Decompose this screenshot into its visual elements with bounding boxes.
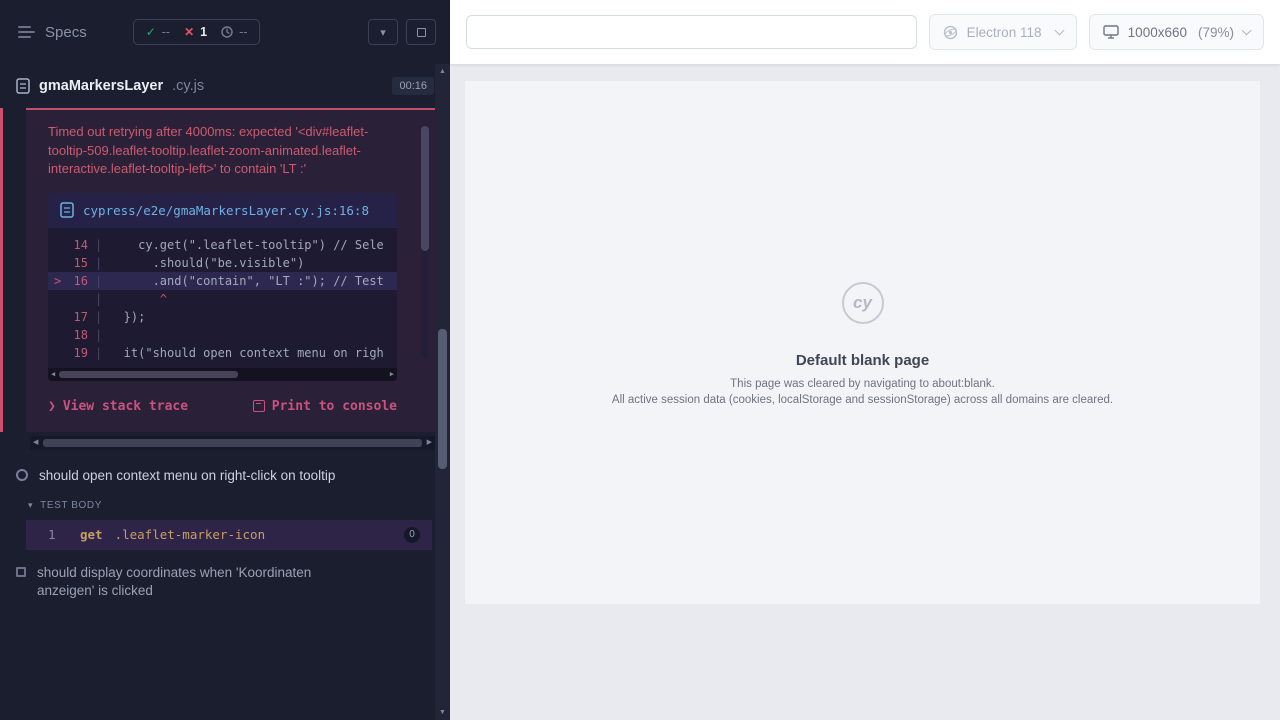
code-line: 15| .should("be.visible")	[48, 254, 397, 272]
scroll-down-icon[interactable]: ▼	[435, 709, 450, 716]
reporter-scrollbar-thumb[interactable]	[43, 439, 421, 447]
current-line-arrow-icon: >	[54, 272, 66, 290]
chevron-down-icon	[1242, 25, 1252, 35]
blank-page: cy Default blank page This page was clea…	[465, 81, 1260, 604]
chevron-down-icon	[1054, 25, 1064, 35]
scroll-left-icon[interactable]: ◀	[51, 371, 55, 378]
error-message: Timed out retrying after 4000ms: expecte…	[26, 110, 435, 183]
error-panel: Timed out retrying after 4000ms: expecte…	[26, 108, 435, 432]
blank-page-title: Default blank page	[796, 352, 929, 369]
code-frame-body: 14| cy.get(".leaflet-tooltip") // Sele 1…	[48, 228, 397, 381]
browser-icon	[943, 25, 958, 40]
command-log-entry[interactable]: 1 get .leaflet-marker-icon 0	[26, 520, 432, 550]
address-bar[interactable]	[466, 15, 917, 49]
stat-failed: ✕ 1	[184, 25, 207, 39]
reporter-panel: Specs ✓ -- ✕ 1 -- ▾	[0, 0, 450, 720]
reporter-header: Specs ✓ -- ✕ 1 -- ▾	[0, 0, 450, 64]
spec-extension: .cy.js	[172, 78, 204, 94]
code-line-caret: | ^	[48, 290, 397, 308]
chevron-down-icon: ▾	[28, 500, 33, 511]
code-line: 19| it("should open context menu on righ	[48, 344, 397, 362]
test-body-section[interactable]: ▾ TEST BODY	[0, 493, 450, 518]
test-running-icon	[16, 469, 28, 481]
viewport-selector[interactable]: 1000x660 (79%)	[1089, 14, 1264, 50]
reporter-horizontal-scrollbar[interactable]: ◀ ▶	[30, 436, 435, 450]
reporter-vscrollbar-thumb[interactable]	[438, 329, 447, 469]
aut-panel: Electron 118 1000x660 (79%) cy Default b…	[450, 0, 1280, 720]
code-frame-header[interactable]: cypress/e2e/gmaMarkersLayer.cy.js:16:8	[48, 193, 397, 228]
test-pending-icon	[16, 567, 26, 577]
chevron-right-icon: ❯	[48, 399, 56, 414]
code-frame-filename: cypress/e2e/gmaMarkersLayer.cy.js:16:8	[83, 202, 369, 219]
cypress-logo: cy	[842, 282, 884, 324]
test-item-pending[interactable]: should display coordinates when 'Koordin…	[0, 550, 450, 610]
spec-duration-badge: 00:16	[392, 77, 434, 95]
aut-viewport: cy Default blank page This page was clea…	[450, 64, 1280, 720]
blank-page-line2: All active session data (cookies, localS…	[612, 394, 1113, 406]
stop-icon	[417, 28, 426, 37]
test-body-label: TEST BODY	[40, 500, 102, 511]
chevron-down-icon: ▾	[380, 26, 386, 39]
test-title: should open context menu on right-click …	[39, 468, 335, 483]
failed-attempt-region: Timed out retrying after 4000ms: expecte…	[0, 108, 435, 432]
code-line: 14| cy.get(".leaflet-tooltip") // Sele	[48, 236, 397, 254]
code-line: 18|	[48, 326, 397, 344]
spec-header[interactable]: gmaMarkersLayer .cy.js 00:16	[0, 64, 450, 108]
command-count-badge: 0	[404, 527, 420, 543]
code-line: 17| });	[48, 308, 397, 326]
fail-accent-stripe	[0, 108, 3, 432]
code-horizontal-scrollbar[interactable]: ◀ ▶	[48, 368, 397, 381]
collapse-runs-button[interactable]: ▾	[368, 19, 398, 45]
command-args: .leaflet-marker-icon	[115, 527, 266, 542]
scroll-up-icon[interactable]: ▲	[435, 68, 450, 75]
print-to-console-button[interactable]: Print to console	[253, 399, 397, 414]
specs-list-icon[interactable]	[18, 25, 35, 39]
scroll-right-icon[interactable]: ▶	[427, 439, 432, 446]
fail-icon: ✕	[184, 25, 194, 39]
print-icon	[253, 400, 265, 412]
test-stats: ✓ -- ✕ 1 --	[133, 19, 261, 45]
code-line-current: >16| .and("contain", "LT :"); // Test	[48, 272, 397, 290]
viewport-size: 1000x660	[1128, 25, 1187, 40]
error-scrollbar-thumb[interactable]	[421, 126, 429, 251]
test-item-active[interactable]: should open context menu on right-click …	[0, 458, 450, 493]
aut-header: Electron 118 1000x660 (79%)	[450, 0, 1280, 64]
blank-page-line1: This page was cleared by navigating to a…	[730, 378, 995, 390]
viewport-zoom: (79%)	[1198, 25, 1234, 40]
reporter-vertical-scrollbar[interactable]: ▲ ▼	[435, 64, 450, 720]
error-vertical-scrollbar[interactable]	[421, 126, 429, 358]
browser-selector[interactable]: Electron 118	[929, 14, 1077, 50]
stat-passed: ✓ --	[146, 25, 170, 39]
browser-label: Electron 118	[967, 25, 1042, 40]
code-scrollbar-thumb[interactable]	[59, 371, 237, 378]
scroll-right-icon[interactable]: ▶	[390, 371, 394, 378]
scroll-left-icon[interactable]: ◀	[33, 439, 38, 446]
spec-name: gmaMarkersLayer	[39, 78, 163, 94]
view-stack-trace-link[interactable]: ❯ View stack trace	[48, 399, 188, 414]
check-icon: ✓	[146, 25, 156, 39]
clock-icon	[221, 26, 233, 38]
code-frame: cypress/e2e/gmaMarkersLayer.cy.js:16:8 1…	[48, 193, 397, 381]
command-name: get	[80, 527, 103, 542]
stop-button[interactable]	[406, 19, 436, 45]
spec-file-icon	[16, 78, 30, 94]
command-number: 1	[48, 527, 80, 542]
specs-title: Specs	[45, 24, 87, 41]
stat-pending: --	[221, 25, 247, 39]
test-title: should display coordinates when 'Koordin…	[37, 564, 372, 600]
viewport-icon	[1103, 25, 1119, 39]
code-file-icon	[60, 202, 74, 218]
